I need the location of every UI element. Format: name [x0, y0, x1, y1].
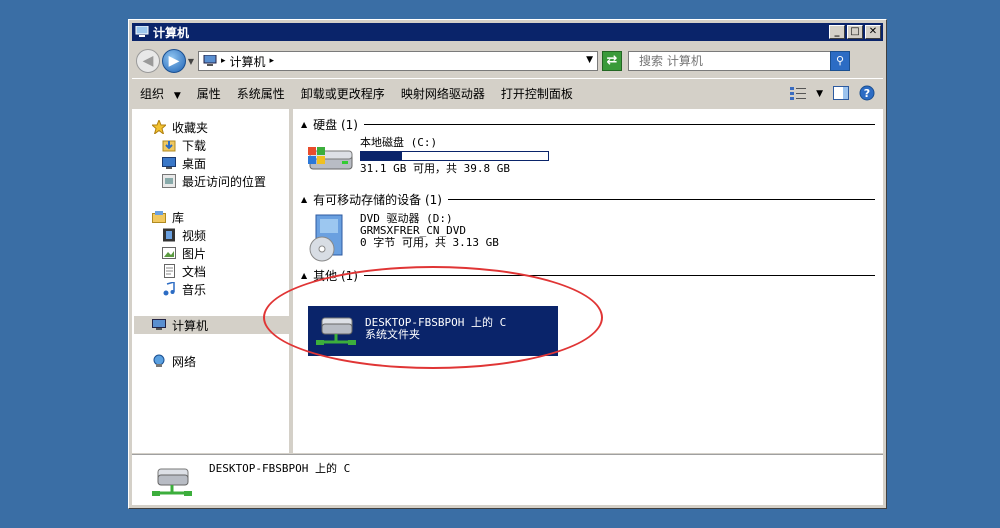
- network-icon: [152, 354, 166, 368]
- drive-usage-bar: [360, 151, 549, 161]
- nav-downloads-label: 下载: [182, 138, 207, 153]
- content-area: 收藏夹 下载 桌面 最近访问的位置 库 视频 图片 文档 音乐 计算机 网络 ▲…: [132, 109, 883, 453]
- network-drive-icon: [152, 465, 192, 504]
- dvd-drive-icon: [308, 213, 354, 266]
- minimize-button[interactable]: _: [829, 25, 845, 39]
- drive-item-local[interactable]: 本地磁盘 (C:) 31.1 GB 可用，共 39.8 GB: [308, 137, 549, 178]
- nav-libraries[interactable]: 库: [152, 208, 184, 226]
- group-hdd-label: 硬盘 (1): [313, 118, 358, 132]
- divider: [447, 199, 875, 200]
- hard-drive-icon: [308, 141, 354, 178]
- document-icon: [162, 264, 176, 278]
- navigation-pane: 收藏夹 下载 桌面 最近访问的位置 库 视频 图片 文档 音乐 计算机 网络: [132, 109, 289, 453]
- view-options-icon[interactable]: [790, 86, 807, 103]
- nav-computer-label: 计算机: [172, 318, 209, 333]
- drive-item-dvd[interactable]: DVD 驱动器 (D:) GRMSXFRER_CN_DVD 0 字节 可用，共 …: [308, 213, 499, 266]
- search-icon[interactable]: ⚲: [830, 51, 850, 71]
- nav-network-label: 网络: [172, 354, 197, 369]
- collapse-arrow-icon[interactable]: ▲: [301, 271, 307, 280]
- desktop-icon: [162, 156, 176, 170]
- main-pane: ▲ 硬盘 (1) 本地磁盘 (C:) 31.1 GB 可用，共 39.8 GB …: [293, 109, 883, 453]
- nav-desktop[interactable]: 桌面: [162, 154, 206, 172]
- nav-music-label: 音乐: [182, 282, 207, 297]
- network-drive-item[interactable]: DESKTOP-FBSBPOH 上的 C 系统文件夹: [308, 306, 558, 356]
- details-name: DESKTOP-FBSBPOH 上的 C: [209, 462, 351, 475]
- address-row: ◀ ▶ ▼ ▸ 计算机 ▸ ▼ ⇄ ⚲: [132, 44, 883, 78]
- organize-button[interactable]: 组织 ▼: [132, 82, 189, 106]
- breadcrumb-arrow-icon[interactable]: ▸: [270, 56, 275, 66]
- network-drive-icon: [316, 314, 356, 353]
- address-dropdown-icon[interactable]: ▼: [586, 55, 593, 65]
- breadcrumb-separator-icon[interactable]: ▸: [221, 56, 226, 66]
- video-icon: [162, 228, 176, 242]
- forward-button[interactable]: ▶: [162, 49, 186, 73]
- drive-dvd-space: 0 字节 可用，共 3.13 GB: [360, 236, 499, 249]
- group-header-hdd[interactable]: ▲ 硬盘 (1): [301, 116, 875, 133]
- breadcrumb-computer[interactable]: 计算机: [230, 53, 266, 70]
- nav-computer[interactable]: 计算机: [152, 316, 208, 334]
- nav-libraries-label: 库: [172, 210, 185, 225]
- recent-places-icon: [162, 174, 176, 188]
- view-dropdown-icon[interactable]: ▼: [816, 89, 823, 99]
- drive-local-name: 本地磁盘 (C:): [360, 136, 438, 149]
- explorer-window: 计算机 _ □ ✕ ◀ ▶ ▼ ▸ 计算机 ▸ ▼ ⇄ ⚲ 组织 ▼ 属性 系统…: [128, 19, 887, 509]
- command-bar: 组织 ▼ 属性 系统属性 卸载或更改程序 映射网络驱动器 打开控制面板 ▼ ?: [132, 78, 883, 109]
- group-removable-label: 有可移动存储的设备 (1): [313, 193, 442, 207]
- nav-pictures[interactable]: 图片: [162, 244, 206, 262]
- computer-icon: [135, 25, 149, 38]
- details-pane: DESKTOP-FBSBPOH 上的 C: [132, 454, 883, 505]
- divider: [363, 124, 875, 125]
- chevron-down-icon: ▼: [173, 91, 181, 101]
- group-header-other[interactable]: ▲ 其他 (1): [301, 267, 875, 284]
- history-dropdown-icon[interactable]: ▼: [186, 57, 196, 66]
- library-icon: [152, 210, 166, 224]
- collapse-arrow-icon[interactable]: ▲: [301, 120, 307, 129]
- help-icon[interactable]: ?: [859, 85, 875, 104]
- drive-usage-fill: [361, 152, 403, 160]
- nav-recent[interactable]: 最近访问的位置: [162, 172, 266, 190]
- divider: [363, 275, 875, 276]
- drive-local-space: 31.1 GB 可用，共 39.8 GB: [360, 162, 510, 175]
- preview-pane-icon[interactable]: [833, 85, 849, 103]
- computer-icon: [203, 55, 217, 67]
- uninstall-button[interactable]: 卸载或更改程序: [293, 82, 393, 106]
- open-control-panel-button[interactable]: 打开控制面板: [493, 82, 581, 106]
- collapse-arrow-icon[interactable]: ▲: [301, 195, 307, 204]
- window-title: 计算机: [153, 25, 190, 40]
- star-icon: [150, 118, 168, 136]
- nav-favorites-label: 收藏夹: [172, 120, 209, 135]
- nav-music[interactable]: 音乐: [162, 280, 206, 298]
- map-network-drive-button[interactable]: 映射网络驱动器: [393, 82, 493, 106]
- nav-videos-label: 视频: [182, 228, 207, 243]
- address-bar[interactable]: ▸ 计算机 ▸ ▼: [198, 51, 598, 71]
- picture-icon: [162, 246, 176, 260]
- back-button[interactable]: ◀: [136, 49, 160, 73]
- close-button[interactable]: ✕: [865, 25, 881, 39]
- nav-videos[interactable]: 视频: [162, 226, 206, 244]
- nav-recent-label: 最近访问的位置: [182, 174, 267, 189]
- properties-button[interactable]: 属性: [189, 82, 229, 106]
- nav-downloads[interactable]: 下载: [162, 136, 206, 154]
- svg-text:?: ?: [864, 87, 870, 100]
- nav-favorites[interactable]: 收藏夹: [150, 118, 209, 136]
- maximize-button[interactable]: □: [847, 25, 863, 39]
- nav-documents[interactable]: 文档: [162, 262, 206, 280]
- title-bar: 计算机 _ □ ✕: [132, 23, 883, 41]
- nav-documents-label: 文档: [182, 264, 207, 279]
- nav-network[interactable]: 网络: [152, 352, 196, 370]
- music-icon: [162, 281, 176, 296]
- computer-icon: [152, 318, 166, 332]
- search-input[interactable]: [637, 53, 831, 69]
- organize-label: 组织: [140, 87, 165, 101]
- downloads-folder-icon: [162, 138, 176, 152]
- nav-desktop-label: 桌面: [182, 156, 207, 171]
- refresh-button[interactable]: ⇄: [602, 51, 622, 71]
- nav-pictures-label: 图片: [182, 246, 207, 261]
- network-drive-type: 系统文件夹: [365, 328, 420, 341]
- system-properties-button[interactable]: 系统属性: [229, 82, 293, 106]
- group-header-removable[interactable]: ▲ 有可移动存储的设备 (1): [301, 191, 875, 208]
- search-box: ⚲: [628, 51, 850, 71]
- group-other-label: 其他 (1): [313, 269, 358, 283]
